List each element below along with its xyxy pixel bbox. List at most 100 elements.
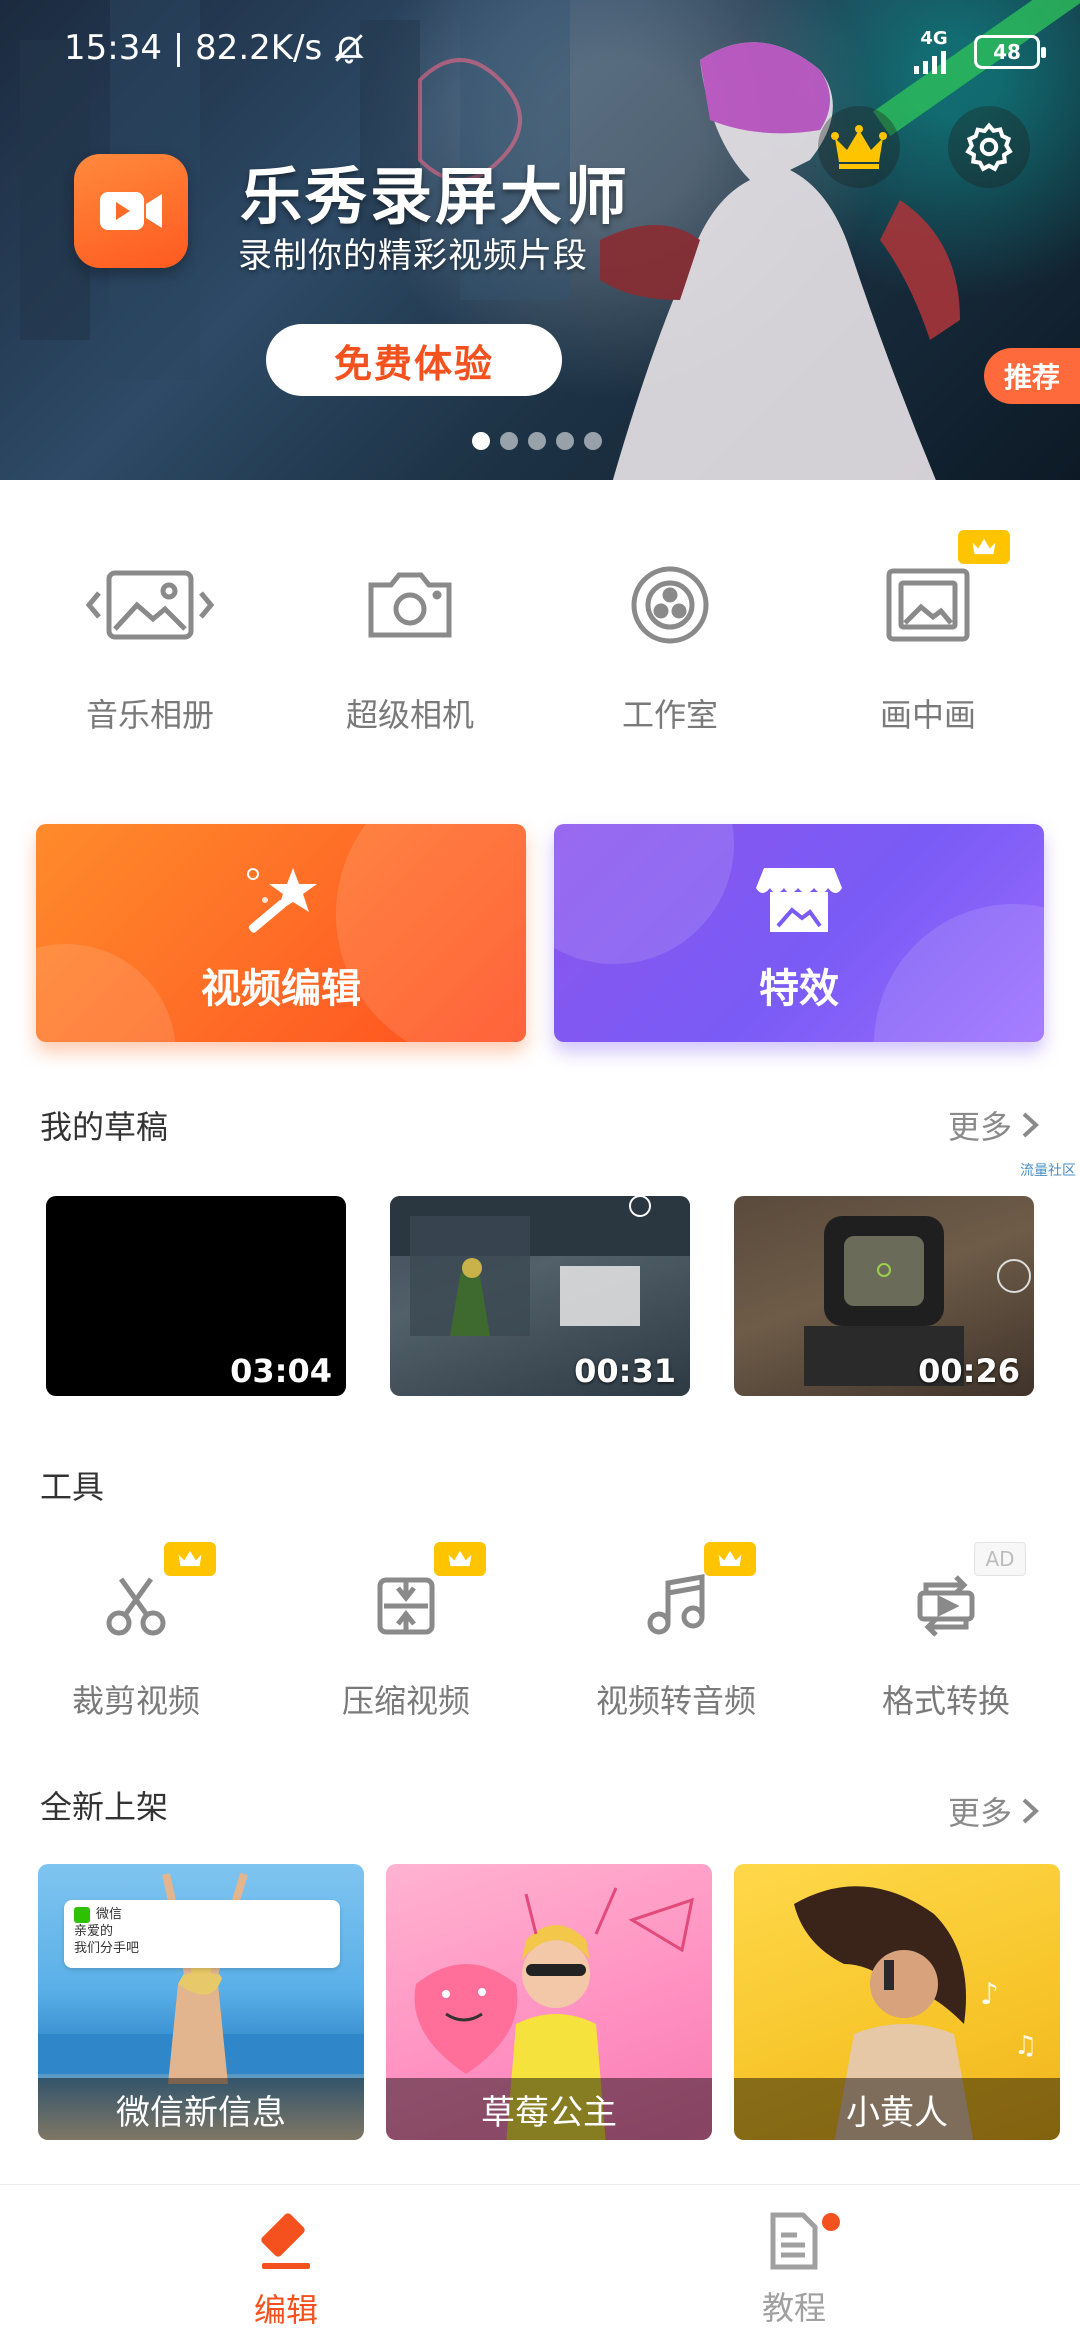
quick-entry-music-album[interactable]: 音乐相册 bbox=[40, 520, 260, 736]
quick-entry-label: 画中画 bbox=[879, 696, 976, 734]
vip-badge bbox=[704, 1542, 756, 1576]
template-label: 小黄人 bbox=[734, 2078, 1060, 2140]
vip-badge bbox=[434, 1542, 486, 1576]
draft-thumbnail[interactable]: 00:26 bbox=[734, 1196, 1034, 1396]
status-bar: 15:34 | 82.2K/s 4G 48 bbox=[0, 0, 1080, 100]
crown-icon bbox=[972, 538, 996, 555]
ad-badge: AD bbox=[974, 1542, 1026, 1576]
quick-entry-label: 工作室 bbox=[621, 696, 718, 734]
carousel-dot[interactable] bbox=[528, 432, 546, 450]
network-type: 4G bbox=[920, 28, 948, 49]
status-time-speed: 15:34 | 82.2K/s bbox=[64, 28, 323, 68]
magic-wand-icon bbox=[247, 868, 317, 933]
promo-banner[interactable]: 15:34 | 82.2K/s 4G 48 乐秀录屏大师 录制你的精彩视频片段 … bbox=[0, 0, 1080, 480]
carousel-dot[interactable] bbox=[584, 432, 602, 450]
scissors-icon bbox=[106, 1577, 166, 1636]
convert-icon bbox=[917, 1575, 975, 1637]
carousel-dot[interactable] bbox=[556, 432, 574, 450]
quick-entry-picture-in-picture[interactable]: 画中画 bbox=[818, 520, 1038, 736]
free-trial-button[interactable]: 免费体验 bbox=[266, 324, 562, 396]
side-ad-text[interactable]: 流量社区 bbox=[1020, 1160, 1076, 1180]
compress-icon bbox=[377, 1577, 435, 1635]
carousel-dot[interactable] bbox=[472, 432, 490, 450]
music-note-icon bbox=[647, 1574, 705, 1635]
effects-card[interactable]: 特效 bbox=[554, 824, 1044, 1042]
quick-entry-super-camera[interactable]: 超级相机 bbox=[300, 520, 520, 736]
tool-label: 视频转音频 bbox=[595, 1682, 756, 1720]
template-label: 微信新信息 bbox=[38, 2078, 364, 2140]
template-label: 草莓公主 bbox=[386, 2078, 712, 2140]
video-camera-icon bbox=[100, 192, 162, 230]
banner-subtitle: 录制你的精彩视频片段 bbox=[238, 236, 588, 276]
picture-in-picture-icon bbox=[886, 568, 970, 642]
more-label: 更多 bbox=[947, 1108, 1012, 1146]
quick-entry-row: 音乐相册 超级相机 工作室 画中画 bbox=[0, 520, 1080, 760]
tool-trim-video[interactable]: 裁剪视频 bbox=[16, 1536, 256, 1722]
tool-label: 裁剪视频 bbox=[71, 1682, 200, 1720]
battery-level: 48 bbox=[993, 40, 1021, 64]
wechat-message-line: 亲爱的 bbox=[74, 1924, 114, 1939]
camera-icon bbox=[368, 572, 452, 638]
crown-icon bbox=[718, 1550, 742, 1567]
more-label: 更多 bbox=[947, 1794, 1012, 1832]
tool-compress-video[interactable]: 压缩视频 bbox=[286, 1536, 526, 1722]
drafts-more-link[interactable]: 更多 bbox=[948, 1102, 1040, 1148]
notification-dot bbox=[822, 2213, 840, 2231]
draft-duration: 00:26 bbox=[918, 1352, 1020, 1390]
nav-tutorial-label: 教程 bbox=[761, 2289, 826, 2327]
vip-badge bbox=[164, 1542, 216, 1576]
nav-edit-tab[interactable]: 编辑 bbox=[186, 2211, 386, 2331]
chevron-right-icon bbox=[1022, 1112, 1039, 1138]
quick-entry-studio[interactable]: 工作室 bbox=[560, 520, 780, 736]
video-edit-card[interactable]: 视频编辑 bbox=[36, 824, 526, 1042]
vip-badge bbox=[958, 530, 1010, 564]
wechat-app-name: 微信 bbox=[96, 1907, 123, 1922]
tool-format-convert[interactable]: AD 格式转换 bbox=[826, 1536, 1066, 1722]
quick-entry-label: 超级相机 bbox=[345, 696, 474, 734]
svg-text:♫: ♫ bbox=[1014, 2031, 1037, 2061]
app-logo bbox=[74, 154, 188, 268]
quick-entry-label: 音乐相册 bbox=[85, 696, 214, 734]
draft-thumbnail[interactable]: 03:04 bbox=[46, 1196, 346, 1396]
gear-icon bbox=[965, 122, 1013, 172]
svg-text:♪: ♪ bbox=[980, 1977, 999, 2012]
tools-section-title: 工具 bbox=[40, 1468, 105, 1506]
effects-label: 特效 bbox=[759, 966, 839, 1012]
draft-duration: 00:31 bbox=[574, 1352, 676, 1390]
document-icon bbox=[770, 2212, 818, 2270]
draft-thumbnail[interactable]: 00:31 bbox=[390, 1196, 690, 1396]
film-reel-icon bbox=[631, 566, 709, 644]
video-edit-label: 视频编辑 bbox=[201, 966, 361, 1012]
signal-icon bbox=[914, 51, 946, 74]
settings-button[interactable] bbox=[948, 106, 1030, 188]
crown-icon bbox=[831, 125, 887, 169]
crown-icon bbox=[448, 1550, 472, 1567]
nav-edit-label: 编辑 bbox=[253, 2291, 318, 2329]
crown-icon bbox=[178, 1550, 202, 1567]
template-card[interactable]: 草莓公主 bbox=[386, 1864, 712, 2140]
template-card[interactable]: ♪ ♫ 小黄人 bbox=[734, 1864, 1060, 2140]
new-arrivals-more-link[interactable]: 更多 bbox=[948, 1788, 1040, 1834]
new-arrivals-section-title: 全新上架 bbox=[40, 1788, 169, 1826]
wechat-message-line: 我们分手吧 bbox=[74, 1941, 140, 1956]
recommend-tag: 推荐 bbox=[984, 348, 1080, 404]
carousel-dot[interactable] bbox=[500, 432, 518, 450]
bottom-navigation: 编辑 教程 bbox=[0, 2184, 1080, 2340]
template-card[interactable]: 微信 亲爱的 我们分手吧 微信新信息 bbox=[38, 1864, 364, 2140]
tool-label: 压缩视频 bbox=[341, 1682, 470, 1720]
battery-indicator: 48 bbox=[974, 35, 1046, 69]
tool-label: 格式转换 bbox=[881, 1682, 1010, 1720]
chevron-right-icon bbox=[1022, 1798, 1039, 1824]
wechat-message-preview: 微信 亲爱的 我们分手吧 bbox=[64, 1900, 340, 1968]
mute-bell-icon bbox=[334, 34, 364, 64]
store-icon bbox=[756, 868, 842, 932]
tool-video-to-audio[interactable]: 视频转音频 bbox=[556, 1536, 796, 1722]
banner-title: 乐秀录屏大师 bbox=[240, 160, 631, 233]
eraser-edit-icon bbox=[261, 2213, 310, 2269]
carousel-dots bbox=[472, 432, 602, 450]
drafts-section-title: 我的草稿 bbox=[40, 1108, 169, 1146]
nav-tutorial-tab[interactable]: 教程 bbox=[694, 2211, 894, 2329]
vip-crown-button[interactable] bbox=[818, 106, 900, 188]
wechat-icon bbox=[74, 1906, 90, 1923]
photo-slideshow-icon bbox=[85, 570, 215, 640]
